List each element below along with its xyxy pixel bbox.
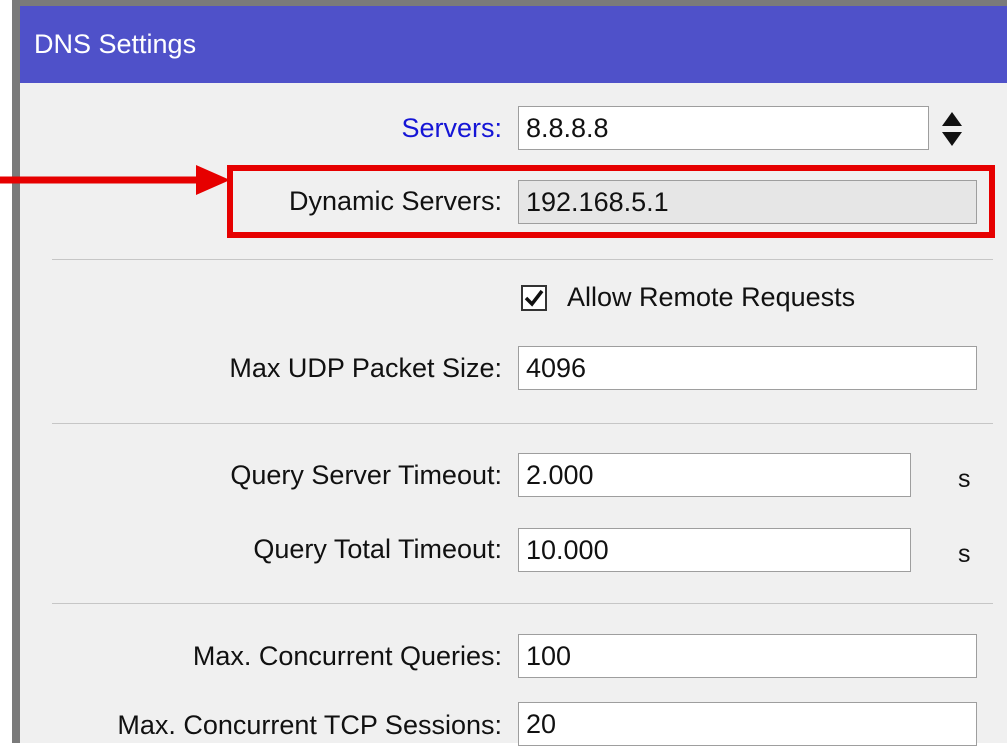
servers-input[interactable]: 8.8.8.8 [518, 106, 929, 150]
query-total-timeout-unit: s [958, 540, 971, 568]
max-concurrent-queries-input[interactable]: 100 [518, 634, 977, 678]
max-concurrent-queries-label: Max. Concurrent Queries: [192, 641, 502, 671]
allow-remote-checkbox[interactable] [521, 285, 547, 311]
allow-remote-label[interactable]: Allow Remote Requests [567, 282, 855, 313]
query-server-timeout-label: Query Server Timeout: [230, 460, 502, 490]
separator-1 [52, 259, 993, 260]
separator-3 [52, 603, 993, 604]
checkmark-icon [524, 289, 544, 307]
max-concurrent-tcp-input[interactable]: 20 [518, 702, 977, 746]
max-concurrent-tcp-label: Max. Concurrent TCP Sessions: [117, 710, 502, 740]
query-server-timeout-input[interactable]: 2.000 [518, 453, 911, 497]
query-total-timeout-label: Query Total Timeout: [253, 534, 502, 564]
red-arrow-icon [0, 165, 230, 195]
query-server-timeout-unit: s [958, 465, 971, 493]
max-udp-label: Max UDP Packet Size: [229, 353, 502, 383]
separator-2 [52, 423, 993, 424]
servers-label[interactable]: Servers: [401, 113, 502, 144]
highlight-box [227, 165, 995, 238]
up-down-spinner-icon[interactable] [940, 110, 964, 148]
window-title: DNS Settings [20, 6, 1007, 83]
max-udp-input[interactable]: 4096 [518, 346, 977, 390]
query-total-timeout-input[interactable]: 10.000 [518, 528, 911, 572]
